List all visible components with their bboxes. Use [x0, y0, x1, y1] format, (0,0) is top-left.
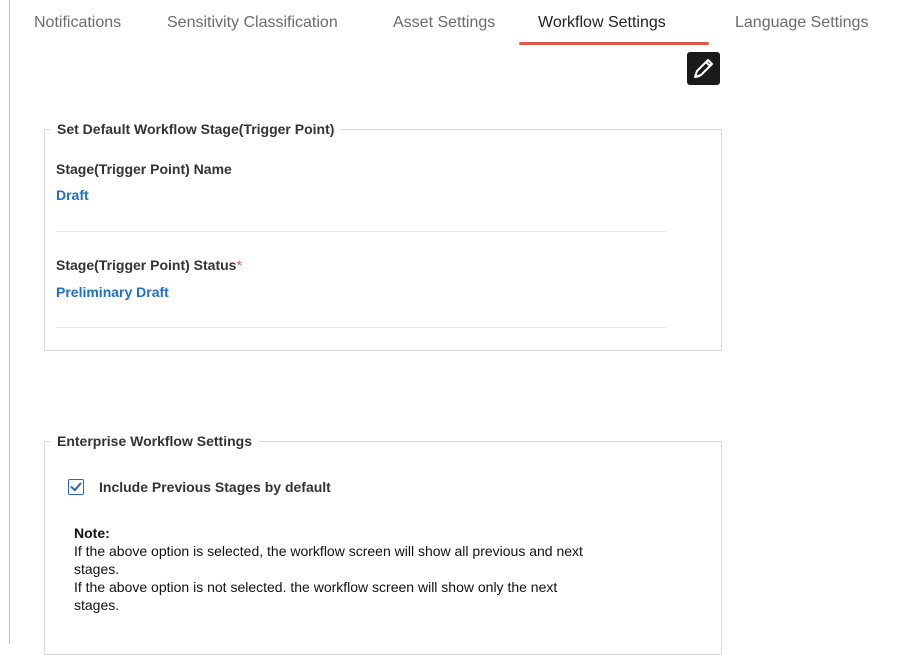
tab-notifications[interactable]: Notifications [34, 14, 121, 32]
tab-workflow-settings[interactable]: Workflow Settings [538, 14, 666, 32]
note-line: If the above option is selected, the wor… [74, 543, 583, 559]
tab-asset-settings[interactable]: Asset Settings [393, 14, 495, 32]
note-line: stages. [74, 597, 120, 613]
pencil-edit-icon [694, 59, 713, 78]
left-border [9, 0, 10, 644]
divider [56, 231, 666, 232]
default-stage-legend: Set Default Workflow Stage(Trigger Point… [57, 121, 335, 137]
include-previous-stages-checkbox[interactable] [68, 479, 84, 495]
stage-name-label: Stage(Trigger Point) Name [56, 161, 232, 177]
tab-sensitivity-classification[interactable]: Sensitivity Classification [167, 14, 338, 32]
default-stage-fieldset: Set Default Workflow Stage(Trigger Point… [44, 121, 722, 351]
note-title: Note: [74, 525, 110, 541]
required-marker: * [236, 257, 242, 273]
stage-status-label: Stage(Trigger Point) Status* [56, 257, 242, 273]
stage-name-value[interactable]: Draft [56, 187, 89, 203]
active-tab-indicator [519, 42, 709, 45]
note-line: If the above option is not selected. the… [74, 579, 558, 595]
include-previous-stages-label: Include Previous Stages by default [99, 479, 331, 495]
settings-tabs: Notifications Sensitivity Classification… [0, 0, 898, 48]
divider [56, 327, 666, 328]
note-line: stages. [74, 561, 120, 577]
edit-button[interactable] [687, 52, 720, 85]
stage-status-label-text: Stage(Trigger Point) Status [56, 257, 237, 273]
stage-status-value[interactable]: Preliminary Draft [56, 284, 169, 300]
tab-language-settings[interactable]: Language Settings [735, 14, 868, 32]
checkmark-icon [70, 482, 82, 492]
enterprise-workflow-legend: Enterprise Workflow Settings [57, 433, 252, 449]
